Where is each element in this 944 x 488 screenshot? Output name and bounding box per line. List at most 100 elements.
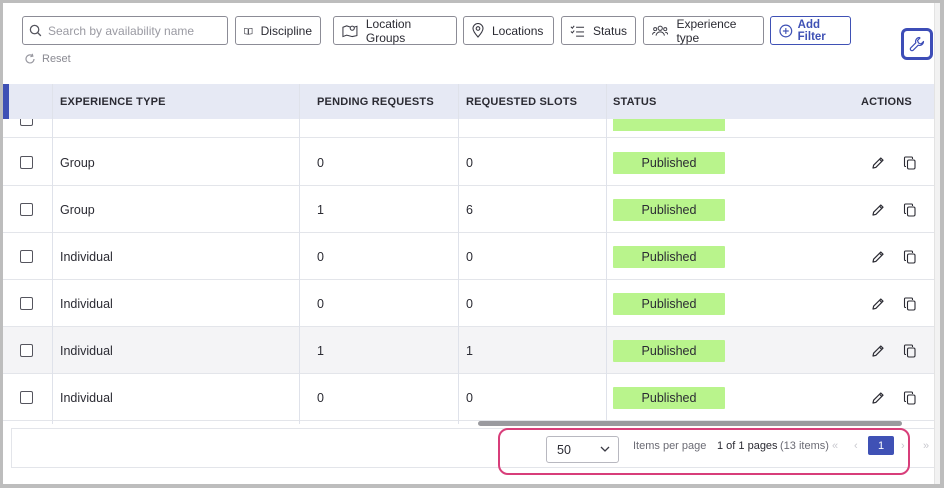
reset-icon — [25, 53, 35, 64]
status-badge: Published — [613, 199, 725, 221]
table-row: Individual 0 0 Published — [3, 374, 937, 421]
requested-slots-cell: 1 — [466, 343, 473, 358]
pencil-icon — [872, 203, 884, 216]
location-groups-filter-button[interactable]: Location Groups — [333, 16, 457, 45]
requested-slots-cell: 0 — [466, 390, 473, 405]
add-filter-button[interactable]: Add Filter — [770, 16, 851, 45]
status-badge: Published — [613, 246, 725, 268]
book-icon — [244, 27, 253, 35]
last-page-icon[interactable]: » — [923, 440, 929, 452]
column-divider — [606, 84, 607, 424]
pending-requests-cell: 0 — [317, 249, 324, 264]
duplicate-button[interactable] — [903, 374, 917, 421]
item-count-text: (13 items) — [780, 440, 829, 452]
search-input[interactable] — [48, 23, 218, 38]
requested-slots-cell: 0 — [466, 296, 473, 311]
locations-filter-button[interactable]: Locations — [463, 16, 554, 45]
edit-button[interactable] — [871, 233, 885, 280]
edit-button[interactable] — [871, 186, 885, 233]
search-box[interactable] — [22, 16, 228, 45]
checklist-icon — [570, 25, 585, 37]
experience-type-cell: Individual — [60, 249, 113, 264]
pencil-icon — [872, 156, 884, 169]
vertical-scrollbar[interactable] — [934, 3, 940, 484]
table-row: Group 0 0 Published — [3, 139, 937, 186]
pencil-icon — [872, 297, 884, 310]
edit-button[interactable] — [871, 139, 885, 186]
users-icon — [652, 25, 669, 36]
search-icon — [29, 24, 42, 37]
row-checkbox[interactable] — [20, 203, 33, 216]
items-per-page-value: 50 — [557, 442, 571, 457]
app-frame: Discipline Location Groups Locations Sta… — [3, 3, 940, 484]
add-filter-label: Add Filter — [797, 18, 826, 43]
duplicate-button[interactable] — [903, 186, 917, 233]
status-filter-label: Status — [592, 23, 627, 38]
status-filter-button[interactable]: Status — [561, 16, 636, 45]
pencil-icon — [872, 391, 884, 404]
previous-page-icon[interactable]: ‹ — [854, 440, 858, 452]
copy-icon — [903, 249, 916, 264]
column-header-experience-type[interactable]: EXPERIENCE TYPE — [60, 84, 166, 119]
column-divider — [299, 84, 300, 424]
map-pin-icon — [472, 23, 484, 38]
row-checkbox[interactable] — [20, 250, 33, 263]
pending-requests-cell: 0 — [317, 155, 324, 170]
experience-type-cell: Individual — [60, 296, 113, 311]
locations-filter-label: Locations — [492, 23, 544, 38]
column-divider — [52, 84, 53, 424]
pending-requests-cell: 0 — [317, 296, 324, 311]
row-checkbox[interactable] — [20, 156, 33, 169]
pencil-icon — [872, 344, 884, 357]
duplicate-button[interactable] — [903, 327, 917, 374]
row-checkbox[interactable] — [20, 344, 33, 357]
row-checkbox[interactable] — [20, 391, 33, 404]
settings-button[interactable] — [901, 28, 933, 60]
requested-slots-cell: 0 — [466, 249, 473, 264]
first-page-icon[interactable]: « — [832, 440, 838, 452]
duplicate-button[interactable] — [903, 233, 917, 280]
edit-button[interactable] — [871, 280, 885, 327]
chevron-down-icon — [600, 446, 610, 452]
column-header-requested-slots[interactable]: REQUESTED SLOTS — [466, 84, 577, 119]
copy-icon — [903, 202, 916, 217]
row-checkbox[interactable] — [20, 119, 33, 126]
status-badge — [613, 119, 725, 131]
duplicate-button[interactable] — [903, 139, 917, 186]
duplicate-button[interactable] — [903, 280, 917, 327]
wrench-icon — [909, 36, 925, 52]
pending-requests-cell: 0 — [317, 390, 324, 405]
reset-label: Reset — [42, 53, 71, 65]
column-header-status[interactable]: STATUS — [613, 84, 657, 119]
map-icon — [342, 25, 358, 38]
pencil-icon — [872, 250, 884, 263]
next-page-icon[interactable]: › — [901, 440, 905, 452]
table-header: EXPERIENCE TYPE PENDING REQUESTS REQUEST… — [3, 84, 937, 119]
status-badge: Published — [613, 387, 725, 409]
experience-type-filter-label: Experience type — [676, 16, 737, 45]
experience-type-cell: Individual — [60, 343, 113, 358]
copy-icon — [903, 155, 916, 170]
reset-button[interactable]: Reset — [24, 53, 71, 65]
discipline-filter-label: Discipline — [260, 23, 312, 38]
copy-icon — [903, 390, 916, 405]
table-row: Individual 0 0 Published — [3, 280, 937, 327]
edit-button[interactable] — [871, 374, 885, 421]
table-row: Group 1 6 Published — [3, 186, 937, 233]
current-page-button[interactable]: 1 — [868, 436, 894, 455]
items-per-page-select[interactable]: 50 — [546, 436, 619, 463]
edit-button[interactable] — [871, 327, 885, 374]
experience-type-cell: Group — [60, 155, 95, 170]
experience-type-filter-button[interactable]: Experience type — [643, 16, 764, 45]
discipline-filter-button[interactable]: Discipline — [235, 16, 321, 45]
copy-icon — [903, 343, 916, 358]
column-header-pending-requests[interactable]: PENDING REQUESTS — [317, 84, 434, 119]
pending-requests-cell: 1 — [317, 343, 324, 358]
column-header-actions: ACTIONS — [861, 95, 912, 108]
table-row: Individual 1 1 Published — [3, 327, 937, 374]
row-checkbox[interactable] — [20, 297, 33, 310]
table-row-partial — [3, 119, 937, 138]
copy-icon — [903, 296, 916, 311]
status-badge: Published — [613, 293, 725, 315]
horizontal-scrollbar[interactable] — [478, 421, 902, 426]
